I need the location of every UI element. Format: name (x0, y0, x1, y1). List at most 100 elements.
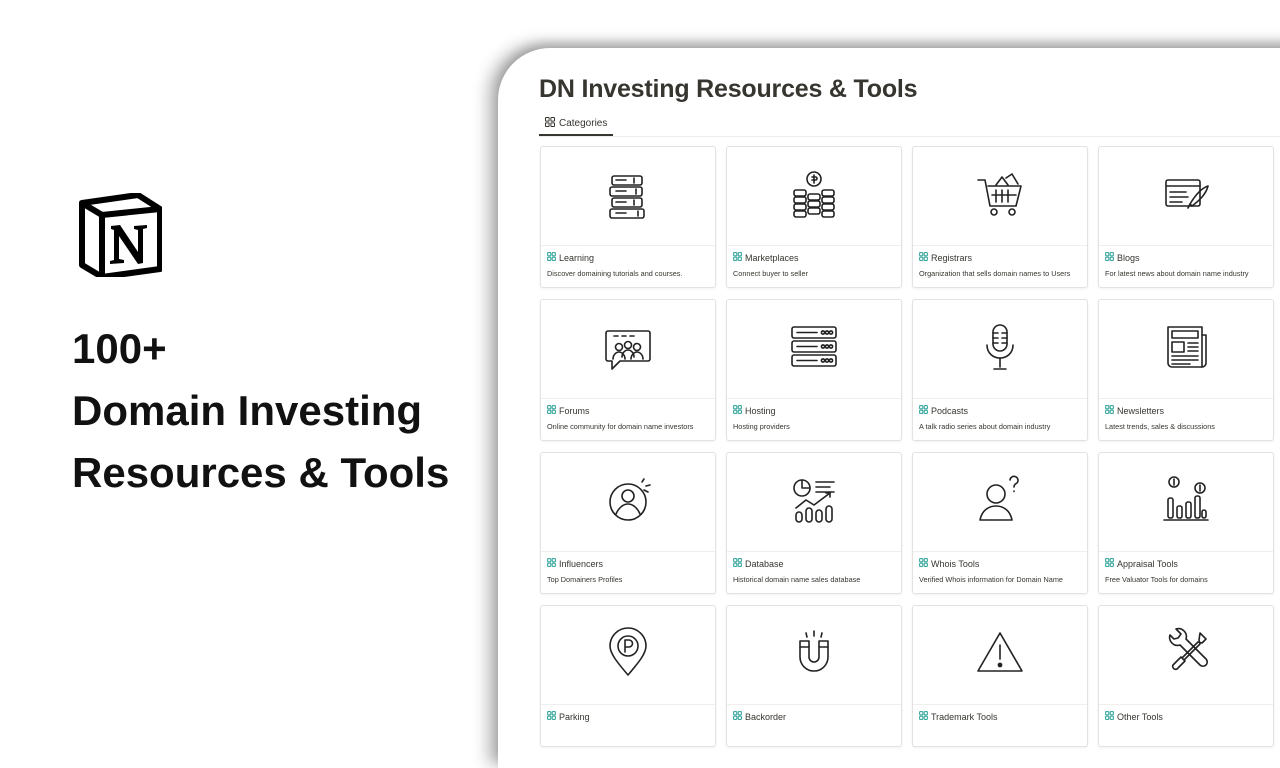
gallery-card-podcasts[interactable]: Podcasts A talk radio series about domai… (912, 299, 1088, 441)
card-title: Whois Tools (919, 558, 979, 569)
gallery-card-forums[interactable]: Forums Online community for domain name … (540, 299, 716, 441)
card-cover (913, 147, 1087, 246)
valuation-chart-icon (1160, 474, 1212, 531)
page-type-icon (919, 405, 928, 416)
gallery-card-whois-tools[interactable]: Whois Tools Verified Whois information f… (912, 452, 1088, 594)
card-title-text: Parking (559, 711, 590, 722)
gallery-card-other-tools[interactable]: Other Tools (1098, 605, 1274, 747)
card-title: Podcasts (919, 405, 968, 416)
page-type-icon (547, 711, 556, 722)
gallery-card-trademark-tools[interactable]: Trademark Tools (912, 605, 1088, 747)
gallery-card-marketplaces[interactable]: Marketplaces Connect buyer to seller (726, 146, 902, 288)
card-title: Database (733, 558, 784, 569)
tools-wrench-icon (1160, 627, 1212, 684)
promo-line-resources: Resources & Tools (72, 449, 450, 496)
gallery-card-parking[interactable]: Parking (540, 605, 716, 747)
server-stack-icon (788, 321, 840, 378)
parking-pin-icon (602, 626, 654, 684)
card-title-text: Whois Tools (931, 558, 980, 569)
card-title-text: Marketplaces (745, 252, 799, 263)
card-title: Influencers (547, 558, 603, 569)
newspaper-icon (1160, 321, 1212, 378)
gallery-card-newsletters[interactable]: Newsletters Latest trends, sales & discu… (1098, 299, 1274, 441)
promo-headline: 100+ Domain Investing Resources & Tools (72, 318, 449, 504)
shopping-cart-icon (974, 168, 1026, 225)
promo-line-domain: Domain Investing (72, 387, 423, 434)
page-type-icon (1105, 252, 1114, 263)
card-cover (727, 453, 901, 552)
card-description: Historical domain name sales database (733, 575, 861, 584)
card-cover (541, 453, 715, 552)
gallery-card-database[interactable]: Database Historical domain name sales da… (726, 452, 902, 594)
notion-logo-icon (78, 192, 163, 280)
page-title: DN Investing Resources & Tools (539, 75, 918, 103)
microphone-icon (974, 321, 1026, 378)
notion-window: DN Investing Resources & Tools Categorie… (498, 48, 1280, 768)
books-icon (602, 168, 654, 225)
card-description: Organization that sells domain names to … (919, 269, 1071, 278)
page-type-icon (733, 405, 742, 416)
page-type-icon (919, 252, 928, 263)
card-cover (727, 147, 901, 246)
card-description: A talk radio series about domain industr… (919, 422, 1051, 431)
card-title-text: Forums (559, 405, 590, 416)
page-type-icon (1105, 711, 1114, 722)
card-cover (1099, 300, 1273, 399)
card-cover (541, 147, 715, 246)
blog-pen-icon (1160, 168, 1212, 225)
card-description: Free Valuator Tools for domains (1105, 575, 1208, 584)
coin-stacks-icon (788, 168, 840, 225)
user-question-icon (974, 474, 1026, 531)
card-title: Marketplaces (733, 252, 799, 263)
gallery-card-learning[interactable]: Learning Discover domaining tutorials an… (540, 146, 716, 288)
gallery-view-icon (545, 116, 555, 130)
card-cover (727, 606, 901, 705)
card-title-text: Hosting (745, 405, 776, 416)
card-cover (541, 606, 715, 705)
card-cover (913, 453, 1087, 552)
warning-triangle-icon (974, 627, 1026, 684)
card-title: Newsletters (1105, 405, 1164, 416)
card-description: Hosting providers (733, 422, 790, 431)
page-type-icon (547, 405, 556, 416)
gallery-card-hosting[interactable]: Hosting Hosting providers (726, 299, 902, 441)
gallery-card-appraisal-tools[interactable]: Appraisal Tools Free Valuator Tools for … (1098, 452, 1274, 594)
card-cover (1099, 453, 1273, 552)
tab-categories[interactable]: Categories (539, 112, 614, 136)
gallery-grid: Learning Discover domaining tutorials an… (540, 146, 1274, 747)
page-type-icon (733, 252, 742, 263)
card-cover (541, 300, 715, 399)
card-title-text: Other Tools (1117, 711, 1163, 722)
card-cover (1099, 606, 1273, 705)
card-cover (913, 300, 1087, 399)
card-description: Online community for domain name investo… (547, 422, 694, 431)
card-title: Parking (547, 711, 590, 722)
card-title-text: Blogs (1117, 252, 1140, 263)
card-description: Top Domainers Profiles (547, 575, 623, 584)
page-type-icon (547, 558, 556, 569)
gallery-card-registrars[interactable]: Registrars Organization that sells domai… (912, 146, 1088, 288)
database-chart-icon (788, 474, 840, 531)
card-cover (913, 606, 1087, 705)
card-description: Connect buyer to seller (733, 269, 809, 278)
card-title-text: Appraisal Tools (1117, 558, 1178, 569)
card-title-text: Newsletters (1117, 405, 1165, 416)
page-type-icon (547, 252, 556, 263)
page-type-icon (1105, 558, 1114, 569)
tab-label: Categories (559, 117, 608, 129)
card-title-text: Trademark Tools (931, 711, 998, 722)
card-description: For latest news about domain name indust… (1105, 269, 1249, 278)
page-type-icon (919, 711, 928, 722)
card-title: Hosting (733, 405, 776, 416)
page-type-icon (1105, 405, 1114, 416)
card-cover (1099, 147, 1273, 246)
page-type-icon (733, 711, 742, 722)
card-description: Verified Whois information for Domain Na… (919, 575, 1063, 584)
card-title: Trademark Tools (919, 711, 998, 722)
card-cover (727, 300, 901, 399)
gallery-card-influencers[interactable]: Influencers Top Domainers Profiles (540, 452, 716, 594)
gallery-card-blogs[interactable]: Blogs For latest news about domain name … (1098, 146, 1274, 288)
gallery-card-backorder[interactable]: Backorder (726, 605, 902, 747)
card-title: Registrars (919, 252, 972, 263)
influencer-profile-icon (602, 474, 654, 531)
